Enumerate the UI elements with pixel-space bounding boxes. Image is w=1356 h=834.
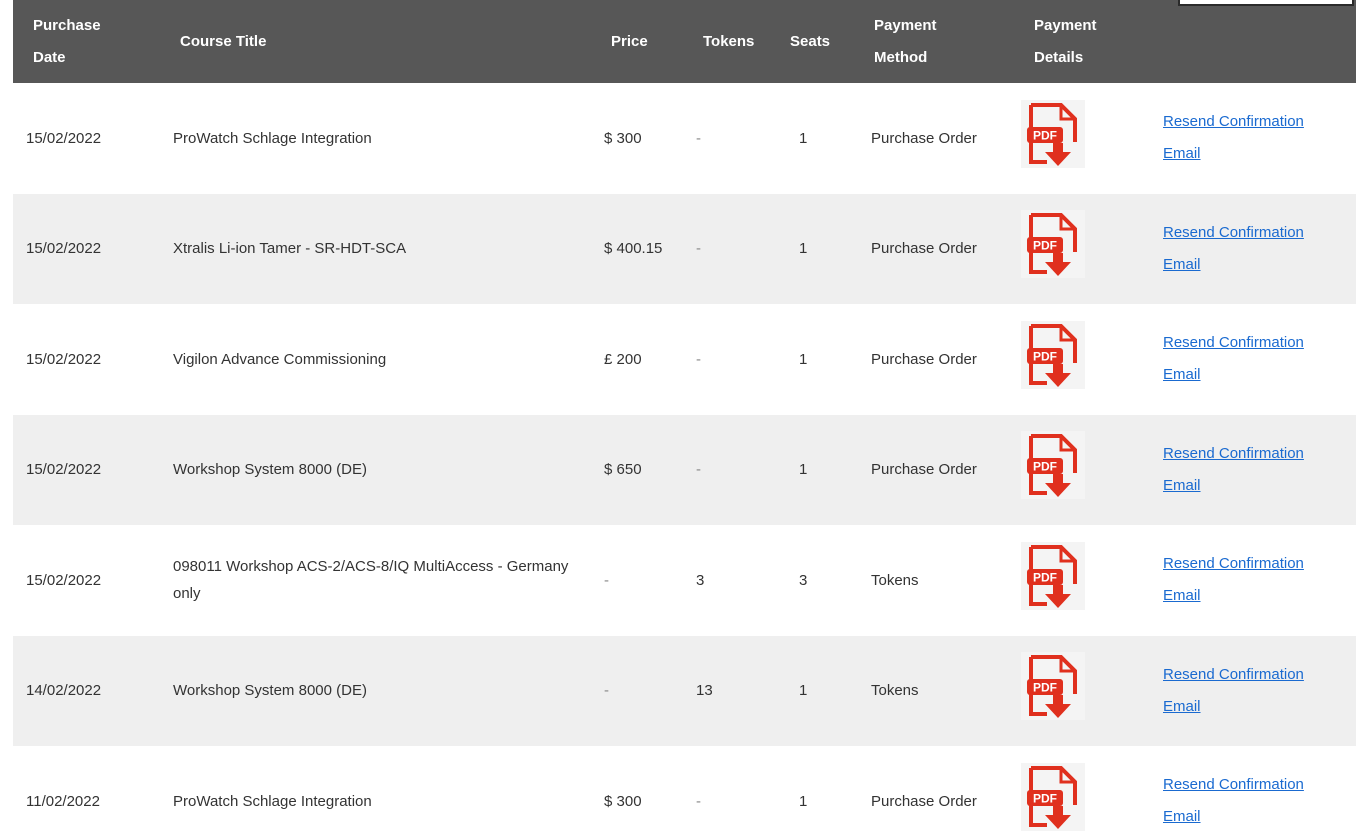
payment-method: Tokens <box>871 682 919 700</box>
price: $ 300 <box>604 129 642 147</box>
payment-details: PDF <box>1011 304 1157 415</box>
payment-method: Purchase Order <box>871 792 977 810</box>
tokens: - <box>696 792 701 810</box>
search-box-edge[interactable] <box>1178 0 1354 6</box>
pdf-icon-label: PDF <box>1033 128 1057 142</box>
action-cell: Resend Confirmation Email <box>1157 636 1356 747</box>
pdf-icon-label: PDF <box>1033 460 1057 474</box>
payment-method: Purchase Order <box>871 240 977 258</box>
resend-confirmation-email-link[interactable]: Resend Confirmation Email <box>1163 106 1333 170</box>
course-title: Xtralis Li-ion Tamer - SR-HDT-SCA <box>173 240 407 258</box>
header-payment-method: Payment Method <box>874 16 937 66</box>
pdf-download-icon[interactable]: PDF <box>1021 541 1085 610</box>
purchase-history-table: Purchase Date Course Title Price Tokens … <box>13 0 1356 834</box>
seats: 1 <box>799 240 808 258</box>
purchase-date: 15/02/2022 <box>26 461 102 479</box>
action-cell: Resend Confirmation Email <box>1157 304 1356 415</box>
action-cell: Resend Confirmation Email <box>1157 525 1356 636</box>
purchase-date: 14/02/2022 <box>26 682 102 700</box>
purchase-row: 15/02/2022 ProWatch Schlage Integration … <box>13 83 1356 194</box>
payment-details: PDF <box>1011 415 1157 526</box>
tokens: 13 <box>696 682 713 700</box>
pdf-icon-label: PDF <box>1033 349 1057 363</box>
seats: 1 <box>799 129 808 147</box>
purchase-row: 11/02/2022 ProWatch Schlage Integration … <box>13 746 1356 834</box>
pdf-download-icon[interactable]: PDF <box>1021 210 1085 279</box>
purchase-row: 15/02/2022 Vigilon Advance Commissioning… <box>13 304 1356 415</box>
payment-method: Purchase Order <box>871 350 977 368</box>
seats: 1 <box>799 350 808 368</box>
tokens: 3 <box>696 571 705 589</box>
price: - <box>604 571 609 589</box>
header-payment-details: Payment Details <box>1034 16 1097 66</box>
table-body: 15/02/2022 ProWatch Schlage Integration … <box>13 83 1356 834</box>
header-price: Price <box>611 32 648 50</box>
course-title: ProWatch Schlage Integration <box>173 792 372 810</box>
pdf-download-icon[interactable]: PDF <box>1021 652 1085 721</box>
purchase-row: 15/02/2022 098011 Workshop ACS-2/ACS-8/I… <box>13 525 1356 636</box>
payment-method: Purchase Order <box>871 461 977 479</box>
payment-method: Purchase Order <box>871 129 977 147</box>
tokens: - <box>696 129 701 147</box>
payment-method: Tokens <box>871 571 919 589</box>
tokens: - <box>696 350 701 368</box>
pdf-download-icon[interactable]: PDF <box>1021 431 1085 500</box>
payment-details: PDF <box>1011 194 1157 305</box>
purchase-date: 15/02/2022 <box>26 350 102 368</box>
resend-confirmation-email-link[interactable]: Resend Confirmation Email <box>1163 217 1333 281</box>
action-cell: Resend Confirmation Email <box>1157 83 1356 194</box>
payment-details: PDF <box>1011 636 1157 747</box>
price: $ 300 <box>604 792 642 810</box>
header-course-title: Course Title <box>180 32 267 50</box>
resend-confirmation-email-link[interactable]: Resend Confirmation Email <box>1163 438 1333 502</box>
purchase-date: 15/02/2022 <box>26 571 102 589</box>
purchase-date: 15/02/2022 <box>26 240 102 258</box>
resend-confirmation-email-link[interactable]: Resend Confirmation Email <box>1163 548 1333 612</box>
course-title: 098011 Workshop ACS-2/ACS-8/IQ MultiAcce… <box>173 558 569 603</box>
price: $ 650 <box>604 461 642 479</box>
course-title: ProWatch Schlage Integration <box>173 129 372 147</box>
table-header: Purchase Date Course Title Price Tokens … <box>13 0 1356 83</box>
price: $ 400.15 <box>604 240 663 258</box>
purchase-history-page: Purchase Date Course Title Price Tokens … <box>0 0 1356 834</box>
resend-confirmation-email-link[interactable]: Resend Confirmation Email <box>1163 327 1333 391</box>
pdf-download-icon[interactable]: PDF <box>1021 762 1085 831</box>
payment-details: PDF <box>1011 525 1157 636</box>
price: £ 200 <box>604 350 642 368</box>
seats: 1 <box>799 682 808 700</box>
header-actions <box>1157 0 1356 83</box>
action-cell: Resend Confirmation Email <box>1157 415 1356 526</box>
action-cell: Resend Confirmation Email <box>1157 194 1356 305</box>
purchase-date: 11/02/2022 <box>26 792 100 810</box>
course-title: Workshop System 8000 (DE) <box>173 461 367 479</box>
tokens: - <box>696 461 701 479</box>
purchase-date: 15/02/2022 <box>26 129 102 147</box>
resend-confirmation-email-link[interactable]: Resend Confirmation Email <box>1163 769 1333 833</box>
pdf-icon-label: PDF <box>1033 239 1057 253</box>
resend-confirmation-email-link[interactable]: Resend Confirmation Email <box>1163 659 1333 723</box>
seats: 1 <box>799 792 808 810</box>
purchase-row: 15/02/2022 Workshop System 8000 (DE) $ 6… <box>13 414 1356 526</box>
purchase-row: 14/02/2022 Workshop System 8000 (DE) - 1… <box>13 635 1356 747</box>
header-tokens: Tokens <box>703 32 755 50</box>
tokens: - <box>696 240 701 258</box>
pdf-icon-label: PDF <box>1033 791 1057 805</box>
header-purchase-date: Purchase Date <box>33 16 101 66</box>
course-title: Workshop System 8000 (DE) <box>173 682 367 700</box>
purchase-row: 15/02/2022 Xtralis Li-ion Tamer - SR-HDT… <box>13 193 1356 305</box>
pdf-icon-label: PDF <box>1033 570 1057 584</box>
header-seats: Seats <box>790 32 831 50</box>
price: - <box>604 682 609 700</box>
action-cell: Resend Confirmation Email <box>1157 746 1356 834</box>
pdf-icon-label: PDF <box>1033 681 1057 695</box>
payment-details: PDF <box>1011 746 1157 834</box>
pdf-download-icon[interactable]: PDF <box>1021 99 1085 168</box>
seats: 3 <box>799 571 808 589</box>
course-title: Vigilon Advance Commissioning <box>173 350 387 368</box>
payment-details: PDF <box>1011 83 1157 194</box>
seats: 1 <box>799 461 808 479</box>
pdf-download-icon[interactable]: PDF <box>1021 320 1085 389</box>
